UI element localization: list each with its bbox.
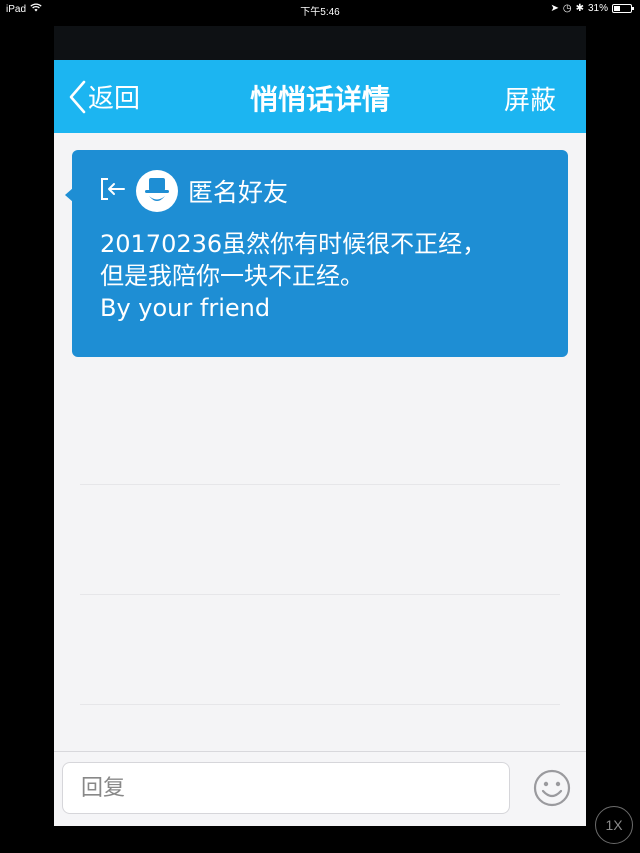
battery-percent: 31% [587,3,608,14]
message-line: 20170236虽然你有时候很不正经， [100,230,487,258]
location-icon: ➤ [550,3,559,14]
status-right: ➤ ◷ ✱ 31% [550,3,634,14]
card-tail [65,188,73,202]
message-line: By your friend [100,294,271,322]
status-bar: iPad 下午5:46 ➤ ◷ ✱ 31% [0,0,640,18]
sender-name: 匿名好友 [188,178,289,207]
message-body: 20170236虽然你有时候很不正经， 但是我陪你一块不正经。 By your … [100,228,550,324]
block-button[interactable]: 屏蔽 [504,80,556,117]
emoji-icon[interactable] [532,768,572,812]
divider [80,704,560,705]
status-time: 下午5:46 [300,7,340,18]
app-top-gap [54,26,586,60]
divider [80,594,560,595]
anonymous-avatar-icon [136,170,178,212]
divider [80,484,560,485]
message-line: 但是我陪你一块不正经。 [100,262,364,290]
exit-icon[interactable] [98,176,128,206]
bluetooth-icon: ✱ [575,3,584,14]
reply-bar [54,751,586,826]
message-card: 匿名好友 20170236虽然你有时候很不正经， 但是我陪你一块不正经。 By … [65,150,568,357]
app-window: 返回 悄悄话详情 屏蔽 匿名好友 20170236虽然你有时候很不正经， 但是我… [54,26,586,826]
battery-icon [612,4,634,13]
alarm-icon: ◷ [562,3,572,14]
navigation-bar: 返回 悄悄话详情 屏蔽 [54,60,586,133]
reply-input[interactable] [62,762,510,814]
zoom-toggle-button[interactable]: 1X [595,806,633,844]
message-header: 匿名好友 [98,170,288,212]
